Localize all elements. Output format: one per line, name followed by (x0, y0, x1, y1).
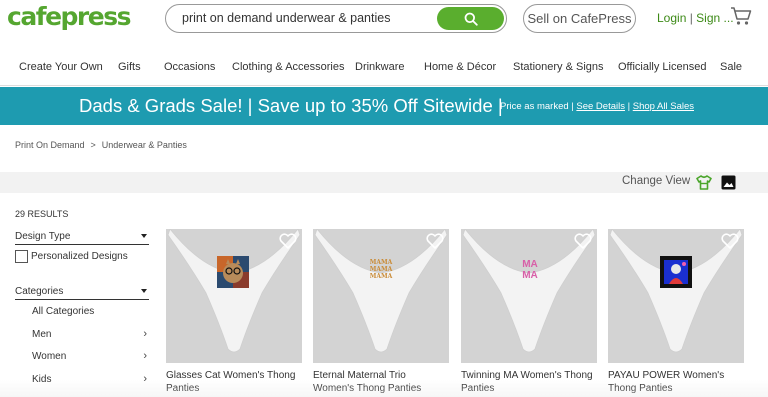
personalized-designs-filter[interactable]: Personalized Designs (15, 250, 128, 263)
nav-create-your-own[interactable]: Create Your Own (19, 61, 103, 73)
nav-gifts[interactable]: Gifts (118, 61, 141, 73)
categories-label: Categories (15, 286, 64, 297)
category-label: All Categories (32, 306, 95, 317)
promo-headline: Dads & Grads Sale! | Save up to 35% Off … (79, 95, 503, 116)
payau-power-design (660, 256, 692, 288)
category-label: Men (32, 329, 52, 340)
chevron-down-icon (141, 234, 147, 238)
header: cafepress print on demand underwear & pa… (0, 0, 768, 40)
nav-stationery-signs[interactable]: Stationery & Signs (513, 61, 604, 73)
image-view-icon[interactable] (721, 175, 736, 190)
heart-icon[interactable] (279, 233, 297, 249)
promo-links: Price as marked | See Details | Shop All… (500, 101, 694, 112)
promo-banner: Dads & Grads Sale! | Save up to 35% Off … (0, 87, 768, 125)
nav-drinkware[interactable]: Drinkware (355, 61, 405, 73)
thong-panties-image (462, 229, 596, 353)
product-image[interactable]: MAMA MAMA MAMA (313, 229, 449, 363)
product-card[interactable]: Glasses Cat Women's Thong Panties (166, 229, 302, 395)
chevron-right-icon: › (143, 373, 147, 385)
category-men[interactable]: Men › (32, 328, 149, 340)
breadcrumb-underwear-panties[interactable]: Underwear & Panties (102, 140, 187, 150)
nav-clothing-accessories[interactable]: Clothing & Accessories (232, 61, 345, 73)
cart-icon[interactable] (730, 6, 752, 26)
nav-officially-licensed[interactable]: Officially Licensed (618, 61, 706, 73)
results-count: 29 RESULTS (15, 209, 69, 219)
login-link[interactable]: Login (657, 11, 686, 25)
nav-sale[interactable]: Sale (720, 61, 742, 73)
shop-all-sales-link[interactable]: Shop All Sales (633, 101, 694, 112)
design-type-filter[interactable]: Design Type (15, 231, 149, 245)
product-card[interactable]: MA MA Twinning MA Women's Thong Panties (461, 229, 597, 395)
price-note: Price as marked (500, 101, 569, 112)
breadcrumb: Print On Demand > Underwear & Panties (15, 140, 187, 150)
category-all[interactable]: All Categories (32, 306, 149, 317)
change-view-label: Change View (622, 175, 691, 187)
product-title[interactable]: Twinning MA Women's Thong Panties (461, 369, 597, 395)
product-image[interactable] (166, 229, 302, 363)
twinning-ma-design: MA MA (522, 259, 538, 281)
category-label: Kids (32, 374, 52, 385)
product-card[interactable]: MAMA MAMA MAMA Eternal Maternal Trio Wom… (313, 229, 449, 395)
thong-panties-image (314, 229, 448, 353)
thong-panties-image (167, 229, 301, 353)
heart-icon[interactable] (574, 233, 592, 249)
heart-icon[interactable] (721, 233, 739, 249)
search-bar[interactable]: print on demand underwear & panties (165, 4, 507, 33)
heart-icon[interactable] (426, 233, 444, 249)
cafepress-logo[interactable]: cafepress (7, 2, 131, 31)
category-women[interactable]: Women › (32, 350, 149, 362)
breadcrumb-print-on-demand[interactable]: Print On Demand (15, 140, 85, 150)
product-card[interactable]: PAYAU POWER Women's Thong Panties (608, 229, 744, 395)
chevron-right-icon: › (143, 350, 147, 362)
category-kids[interactable]: Kids › (32, 373, 149, 385)
main-nav: Create Your Own Gifts Occasions Clothing… (0, 48, 768, 86)
search-button[interactable] (437, 7, 504, 30)
category-label: Women (32, 351, 67, 362)
account-links: Login | Sign ... (657, 11, 734, 25)
product-title[interactable]: PAYAU POWER Women's Thong Panties (608, 369, 744, 395)
eternal-maternal-design: MAMA MAMA MAMA (369, 259, 393, 280)
personalized-label: Personalized Designs (31, 251, 128, 263)
see-details-link[interactable]: See Details (576, 101, 625, 112)
personalized-checkbox[interactable] (15, 250, 28, 263)
product-title[interactable]: Eternal Maternal Trio Women's Thong Pant… (313, 369, 449, 395)
search-icon (464, 12, 478, 26)
glasses-cat-design (217, 256, 249, 288)
tshirt-view-icon[interactable] (696, 175, 712, 190)
nav-occasions[interactable]: Occasions (164, 61, 215, 73)
thong-panties-image (609, 229, 743, 353)
search-input[interactable]: print on demand underwear & panties (182, 11, 390, 25)
product-image[interactable] (608, 229, 744, 363)
signup-link[interactable]: Sign ... (696, 11, 733, 25)
nav-home-decor[interactable]: Home & Décor (424, 61, 496, 73)
product-image[interactable]: MA MA (461, 229, 597, 363)
design-type-label: Design Type (15, 231, 71, 242)
product-title[interactable]: Glasses Cat Women's Thong Panties (166, 369, 302, 395)
view-bar: Change View (0, 172, 768, 193)
categories-filter[interactable]: Categories (15, 286, 149, 300)
chevron-right-icon: › (143, 328, 147, 340)
sell-on-cafepress-button[interactable]: Sell on CafePress (523, 4, 636, 33)
chevron-down-icon (141, 289, 147, 293)
